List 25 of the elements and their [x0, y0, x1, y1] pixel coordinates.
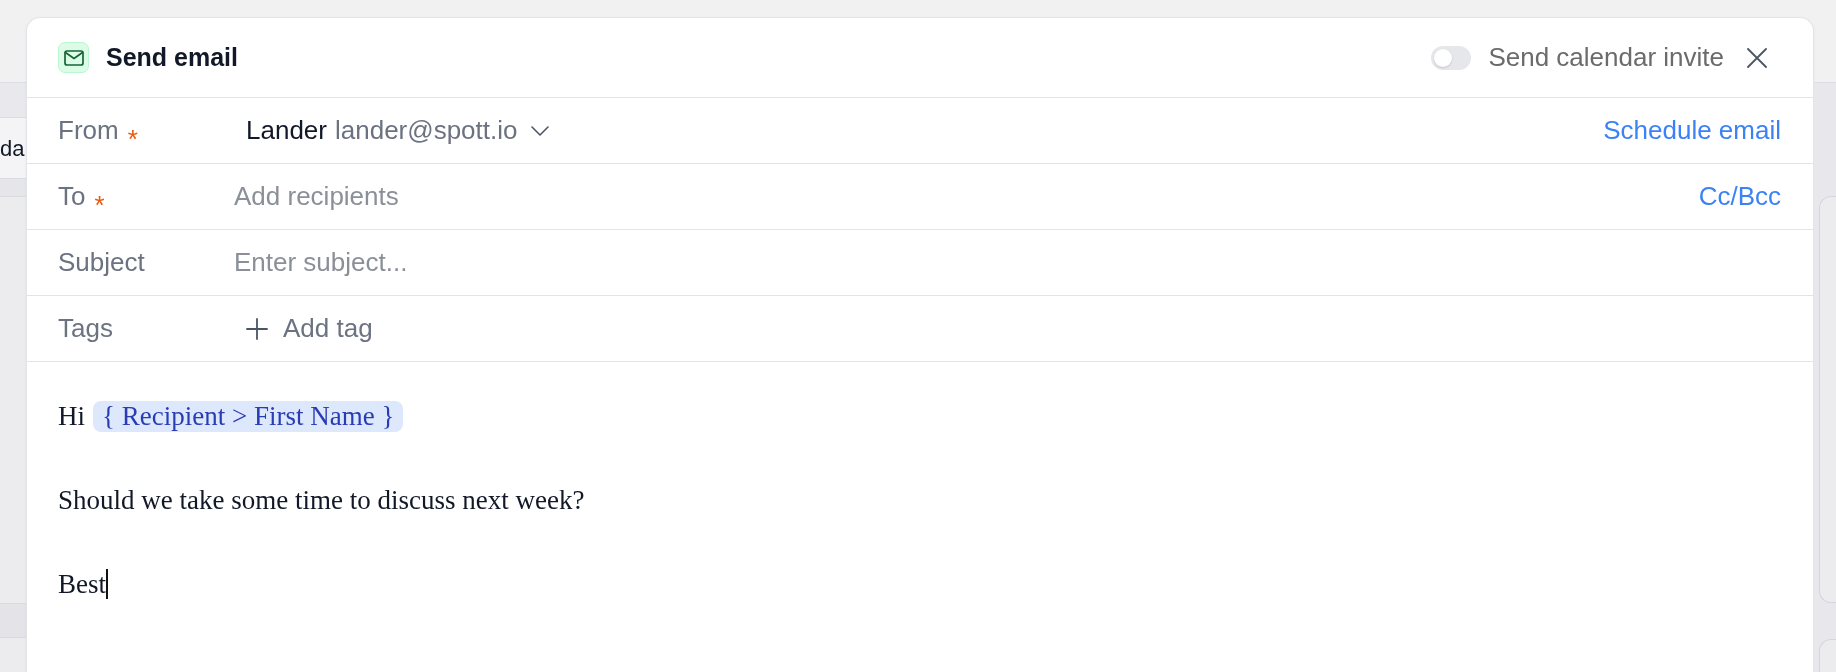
field-label: To — [58, 180, 86, 213]
chevron-down-icon — [531, 125, 550, 136]
input-field[interactable]: Add recipients — [234, 174, 1699, 219]
required-mark: * — [94, 191, 105, 218]
message-editor[interactable]: Hi { Recipient > First Name } Should we take some time to discuss next week? Best — [27, 362, 1813, 672]
add-tag-button[interactable]: Add tag — [234, 306, 385, 351]
plus-icon — [246, 317, 268, 340]
dialog-title: Send email — [106, 41, 238, 73]
toggle-label: Send calendar invite — [1488, 41, 1724, 74]
greeting-text: Hi — [58, 400, 85, 433]
action-link[interactable]: Cc/Bcc — [1698, 177, 1781, 216]
body-text: Best — [58, 568, 106, 601]
sender-dropdown[interactable]: Lander lander@spott.io — [234, 108, 562, 153]
field-label: Tags — [58, 312, 113, 345]
input-field[interactable]: Enter subject... — [234, 240, 1781, 285]
row-text: da — [0, 134, 25, 163]
merge-variable-tag: { Recipient > First Name } — [93, 400, 404, 432]
required-mark: * — [127, 125, 138, 152]
calendar-invite-toggle[interactable] — [1431, 45, 1472, 70]
field-label: From — [58, 114, 119, 147]
field-label: Subject — [58, 246, 145, 279]
action-link[interactable]: Schedule email — [1603, 111, 1781, 150]
body-text: Should we take some time to discuss next week? — [58, 484, 585, 517]
envelope-icon — [58, 42, 89, 73]
close-icon — [1747, 47, 1767, 68]
